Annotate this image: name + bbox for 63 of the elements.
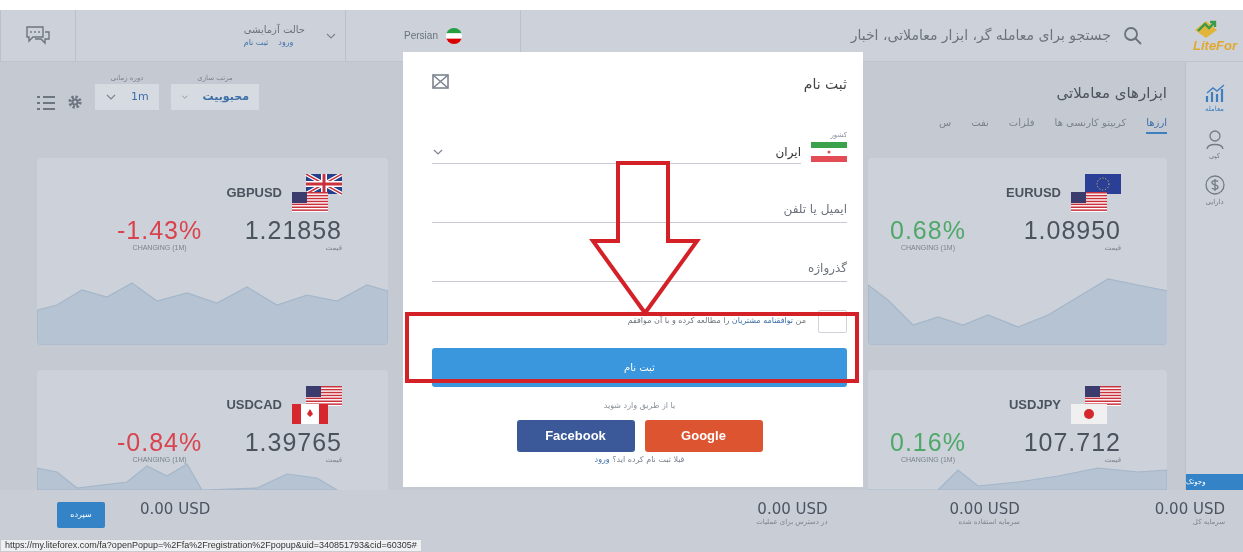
agreement-text: من توافقنامه مشتریان را مطالعه کرده و با آن موافقم xyxy=(627,315,806,327)
change-value: -0.84% xyxy=(117,430,203,455)
category-tab[interactable]: ارزها xyxy=(1146,114,1167,134)
login-prompt: قبلا ثبت نام کرده اید؟ ورود xyxy=(593,453,686,466)
category-tab[interactable]: فلزات xyxy=(1008,114,1035,134)
country-value: ایران xyxy=(775,143,801,161)
balance-value: 0.00 USD xyxy=(1154,502,1225,517)
password-field[interactable]: گذرواژه xyxy=(432,254,847,282)
flag-icon xyxy=(811,142,847,162)
category-tab[interactable]: کریپتو کارنسی ها xyxy=(1054,114,1127,134)
search-icon xyxy=(1123,25,1143,46)
pair-name: USDCAD xyxy=(226,396,282,415)
register-button[interactable]: ثبت نام xyxy=(432,347,847,387)
social-hint: یا از طریق وارد شوید xyxy=(602,399,677,412)
settings-icon xyxy=(67,94,83,110)
chevron-down-icon xyxy=(105,92,117,102)
email-field[interactable]: ایمیل یا تلفن xyxy=(432,195,847,223)
chart-icon xyxy=(1204,82,1225,104)
flags-icon xyxy=(1071,174,1121,212)
balance-value: 0.00 USD xyxy=(949,502,1020,517)
chevron-down-icon xyxy=(181,92,189,102)
change-value: 0.68% xyxy=(890,218,966,243)
period-select[interactable]: 1m xyxy=(95,84,159,110)
pair-name: USDJPY xyxy=(1008,396,1061,415)
flag-icon xyxy=(445,27,462,44)
price-value: 1.21858 xyxy=(244,218,342,243)
price-value: 107.712 xyxy=(1023,430,1121,455)
flags-icon xyxy=(292,174,342,212)
category-tab[interactable]: س xyxy=(938,114,952,134)
dollar-icon xyxy=(1204,175,1225,197)
country-select[interactable]: ایران xyxy=(432,140,847,164)
price-value: 1.08950 xyxy=(1023,218,1121,243)
section-title: ابزارهای معاملاتی xyxy=(1056,83,1167,104)
close-icon[interactable] xyxy=(432,74,449,89)
account-link[interactable]: ثبت نام xyxy=(243,37,269,49)
chat-icon xyxy=(25,24,51,47)
flags-icon xyxy=(1071,386,1121,424)
language-label[interactable]: Persian xyxy=(404,28,438,43)
account-link[interactable]: ورود xyxy=(278,37,294,49)
category-tab[interactable]: نفت xyxy=(971,114,989,134)
agreement-checkbox[interactable] xyxy=(818,309,847,333)
login-link[interactable]: ورود xyxy=(594,454,610,464)
deposit-button[interactable]: سپرده xyxy=(57,502,105,528)
change-value: 0.16% xyxy=(890,430,966,455)
flags-icon xyxy=(292,386,342,424)
list-icon xyxy=(37,96,55,110)
change-value: -1.43% xyxy=(117,218,203,243)
account-mode: حالت آزمایشی xyxy=(243,23,305,37)
search-field[interactable]: جستجو برای معامله گر، ابزار معاملاتی، اخبار xyxy=(711,25,1111,46)
price-value: 1.39765 xyxy=(244,430,342,455)
modal-title: ثبت نام xyxy=(803,75,847,94)
agreement-link[interactable]: توافقنامه مشتریان xyxy=(731,316,794,325)
status-url: https://my.liteforex.com/fa?openPopup=%2Ffa%2Fregistration%2Fpopup&uid=340851793&cid=60305# xyxy=(5,540,417,550)
balance-value: 0.00 USD xyxy=(757,502,828,517)
pair-name: EURUSD xyxy=(1006,184,1061,203)
person-icon xyxy=(1204,128,1225,151)
logo-icon xyxy=(1193,19,1219,39)
social-login-button[interactable]: Facebook xyxy=(516,419,635,452)
social-login-button[interactable]: Google xyxy=(644,419,763,452)
logo-text: LiteFor xyxy=(1193,39,1238,52)
pair-name: GBPUSD xyxy=(226,184,282,203)
balance-value: 0.00 USD xyxy=(140,502,211,517)
sort-select[interactable]: محبوبیت xyxy=(171,84,259,110)
